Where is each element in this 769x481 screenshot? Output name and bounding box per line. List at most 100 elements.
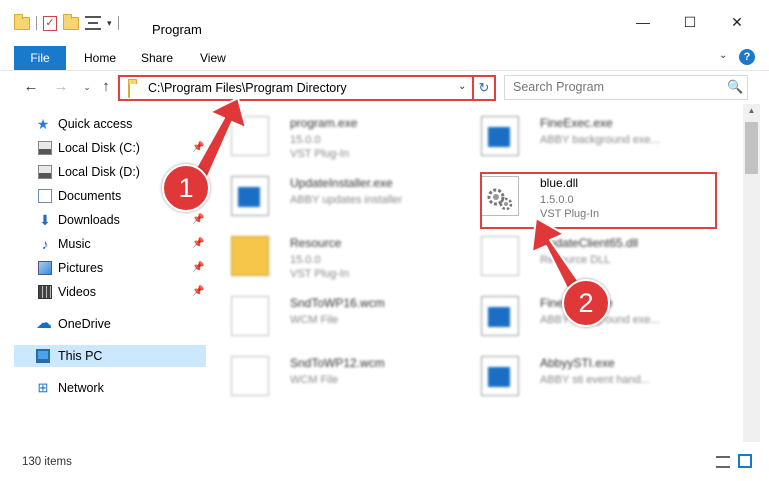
scroll-thumb[interactable] [745,122,758,174]
sidebar-item-this-pc[interactable]: This PC [14,345,206,367]
file-item-abbyysti-exe[interactable]: AbbyySTI.exe ABBY sti event hand... [465,348,715,402]
file-meta: ABBY background exe... [540,134,660,146]
file-item-resource-folder[interactable]: Resource 15.0.0 VST Plug-In [215,228,465,282]
sidebar-item-label: Pictures [58,261,104,275]
folder-icon [14,13,30,30]
sidebar-item-label: Videos [58,285,96,299]
file-name: program.exe [290,116,358,130]
pin-icon[interactable]: 📌 [192,233,204,255]
file-icon [231,296,269,336]
network-icon: ⊞ [37,380,49,395]
minimize-button[interactable]: — [620,14,666,44]
file-name: UpdateInstaller.exe [290,176,393,190]
sidebar-item-local-disk-c[interactable]: Local Disk (C:) 📌 [14,137,206,159]
file-item-program-exe[interactable]: program.exe 15.0.0 VST Plug-In [215,108,465,162]
scroll-up-icon[interactable]: ▲ [743,106,760,120]
new-folder-icon[interactable] [63,13,79,30]
pin-icon[interactable]: 📌 [192,281,204,303]
file-meta: ABBY updates installer [290,194,403,206]
sidebar-item-quick-access[interactable]: ★ Quick access [14,113,206,135]
highlight-box [480,172,717,229]
file-meta: 15.0.0 VST Plug-In [290,134,350,160]
program-exe-icon [231,116,269,156]
tab-share[interactable]: Share [141,46,173,70]
address-bar[interactable]: C:\Program Files\Program Directory ⌄ ↻ [118,75,496,101]
close-button[interactable]: ✕ [714,14,760,44]
address-dropdown-icon[interactable]: ⌄ [458,81,466,92]
exe-icon [481,356,519,396]
onedrive-icon: ☁ [36,315,52,332]
file-meta: Resource DLL [540,254,611,266]
tab-file[interactable]: File [14,46,66,70]
vertical-scrollbar[interactable]: ▲ [743,104,760,442]
forward-button[interactable]: → [52,78,70,96]
quick-access-toolbar: ✓ ▾ [14,13,119,32]
address-path[interactable]: C:\Program Files\Program Directory [148,81,347,95]
file-name: UpdateClient65.dll [540,236,639,250]
properties-icon[interactable] [85,16,101,30]
back-button[interactable]: ← [22,78,40,96]
maximize-button[interactable]: ☐ [667,14,713,44]
folder-icon [231,236,269,276]
step-badge-1: 1 [162,164,210,212]
refresh-button[interactable]: ↻ [472,77,494,99]
documents-icon [38,189,52,203]
navigation-pane: ★ Quick access Local Disk (C:) 📌 Local D… [0,112,207,442]
sidebar-item-music[interactable]: ♪ Music 📌 [14,233,206,255]
pin-icon[interactable]: 📌 [192,137,204,159]
tab-view[interactable]: View [200,46,226,70]
file-name: Resource [290,236,342,250]
folder-icon [128,82,130,98]
up-button[interactable]: ↑ [97,78,115,96]
customize-dropdown-icon[interactable]: ▾ [107,18,112,29]
exe-icon [481,296,519,336]
pictures-icon [38,261,52,275]
file-meta: ABBY sti event hand... [540,374,650,386]
properties-check-icon[interactable]: ✓ [43,15,57,31]
sidebar-item-network[interactable]: ⊞ Network [14,377,206,399]
sidebar-item-label: Downloads [58,213,120,227]
sidebar-item-label: Documents [58,189,122,203]
exe-icon [481,116,519,156]
file-name: AbbyySTI.exe [540,356,615,370]
expand-ribbon-icon[interactable]: ⌄ [719,50,727,61]
file-list: program.exe 15.0.0 VST Plug-In FineExec.e… [215,104,742,442]
this-pc-icon [36,349,50,363]
help-icon[interactable]: ? [739,49,755,65]
file-meta: 15.0.0 VST Plug-In [290,254,350,280]
tab-home[interactable]: Home [84,46,116,70]
file-item-sndtowp16-wcm[interactable]: SndToWP16.wcm WCM File [215,288,465,342]
file-name: FineExec.exe [540,116,613,130]
file-item-updateinstaller-exe[interactable]: UpdateInstaller.exe ABBY updates install… [215,168,465,222]
recent-locations-button[interactable]: ⌄ [78,78,96,96]
sidebar-item-label: Quick access [58,117,133,131]
exe-icon [231,176,269,216]
pin-icon[interactable]: 📌 [192,257,204,279]
file-meta: WCM File [290,314,339,326]
sidebar-item-label: OneDrive [58,317,111,331]
disk-icon [38,165,52,179]
file-item-updateclient-dll[interactable]: UpdateClient65.dll Resource DLL [465,228,715,282]
pin-icon[interactable]: 📌 [192,209,204,231]
file-name: SndToWP16.wcm [290,296,385,310]
large-icons-view-icon[interactable] [738,454,752,468]
sidebar-item-pictures[interactable]: Pictures 📌 [14,257,206,279]
search-input[interactable] [513,80,713,94]
search-icon: 🔍 [727,79,744,94]
videos-icon [38,285,52,299]
search-box[interactable]: 🔍 [504,75,748,100]
window-title: Program [152,22,202,37]
sidebar-item-label: Music [58,237,91,251]
file-item-sndtowp12-wcm[interactable]: SndToWP12.wcm WCM File [215,348,465,402]
sidebar-item-onedrive[interactable]: ☁ OneDrive [14,313,206,335]
file-icon [231,356,269,396]
sidebar-item-videos[interactable]: Videos 📌 [14,281,206,303]
music-icon: ♪ [41,236,49,252]
file-item-fineexec-exe[interactable]: FineExec.exe ABBY background exe... [465,108,715,162]
sidebar-item-label: Network [58,381,104,395]
sidebar-item-downloads[interactable]: ⬇ Downloads 📌 [14,209,206,231]
details-view-icon[interactable] [716,456,730,468]
sidebar-item-label: Local Disk (C:) [58,141,140,155]
divider [117,16,119,30]
sidebar-item-label: Local Disk (D:) [58,165,140,179]
